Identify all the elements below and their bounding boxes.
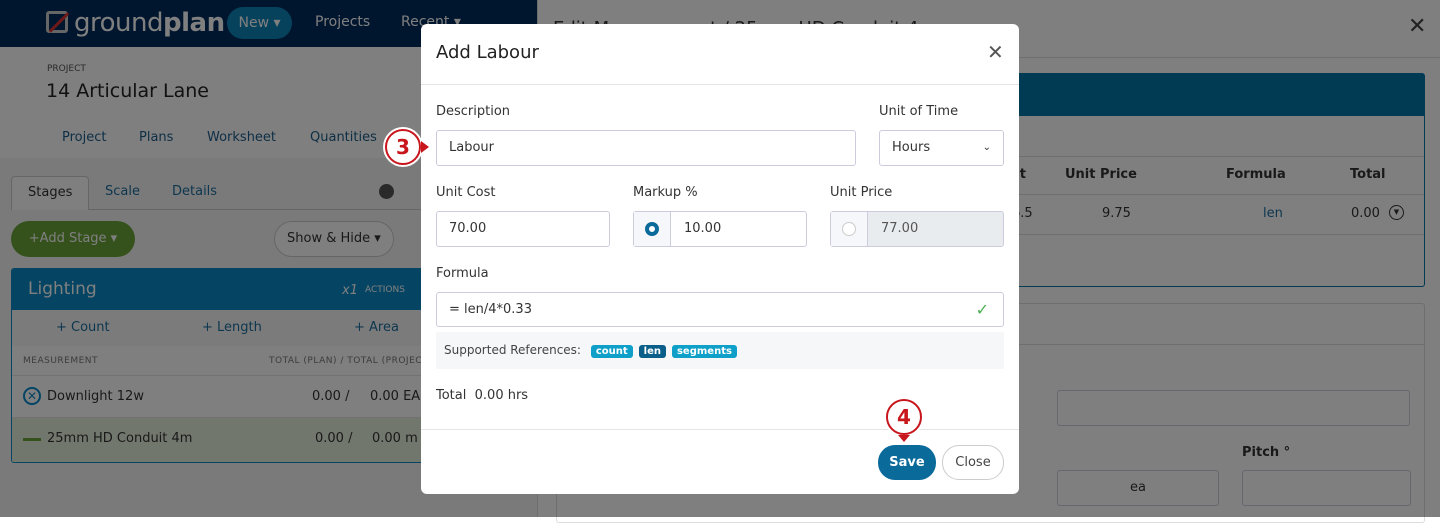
modal-title: Add Labour <box>436 42 539 63</box>
description-input[interactable]: Labour <box>436 130 856 166</box>
formula-label: Formula <box>436 266 489 281</box>
description-label: Description <box>436 104 511 119</box>
unit-cost-label: Unit Cost <box>436 185 496 200</box>
unit-price-label: Unit Price <box>830 185 893 200</box>
ref-badge-len[interactable]: len <box>638 345 666 358</box>
callout-arrow <box>898 435 910 442</box>
callout-step-3: 3 <box>385 129 421 165</box>
unit-price-input: 77.00 <box>881 221 919 236</box>
markup-radio[interactable] <box>645 222 659 236</box>
markup-label: Markup % <box>633 185 698 200</box>
check-icon: ✓ <box>975 300 989 319</box>
markup-input[interactable]: 10.00 <box>684 212 721 246</box>
unit-time-select[interactable]: Hours ⌄ <box>879 130 1004 166</box>
add-labour-modal: Add Labour ✕ Description Labour Unit of … <box>421 24 1019 494</box>
callout-arrow <box>421 141 429 153</box>
markup-group: 10.00 <box>633 211 807 247</box>
close-icon[interactable]: ✕ <box>987 40 1004 64</box>
unit-cost-input[interactable]: 70.00 <box>436 211 610 247</box>
save-button[interactable]: Save <box>878 445 936 480</box>
formula-input[interactable]: = len/4*0.33 ✓ <box>436 292 1004 327</box>
supported-references: Supported References: count len segments <box>436 332 1004 369</box>
unit-time-label: Unit of Time <box>879 104 959 119</box>
total-readout: Total 0.00 hrs <box>436 388 529 403</box>
unit-price-radio[interactable] <box>842 222 856 236</box>
chevron-down-icon: ⌄ <box>982 142 991 153</box>
close-button[interactable]: Close <box>942 445 1004 480</box>
ref-badge-segments[interactable]: segments <box>671 345 737 358</box>
ref-badge-count[interactable]: count <box>590 345 633 358</box>
unit-price-group: 77.00 <box>830 211 1004 247</box>
callout-step-4: 4 <box>886 399 922 435</box>
